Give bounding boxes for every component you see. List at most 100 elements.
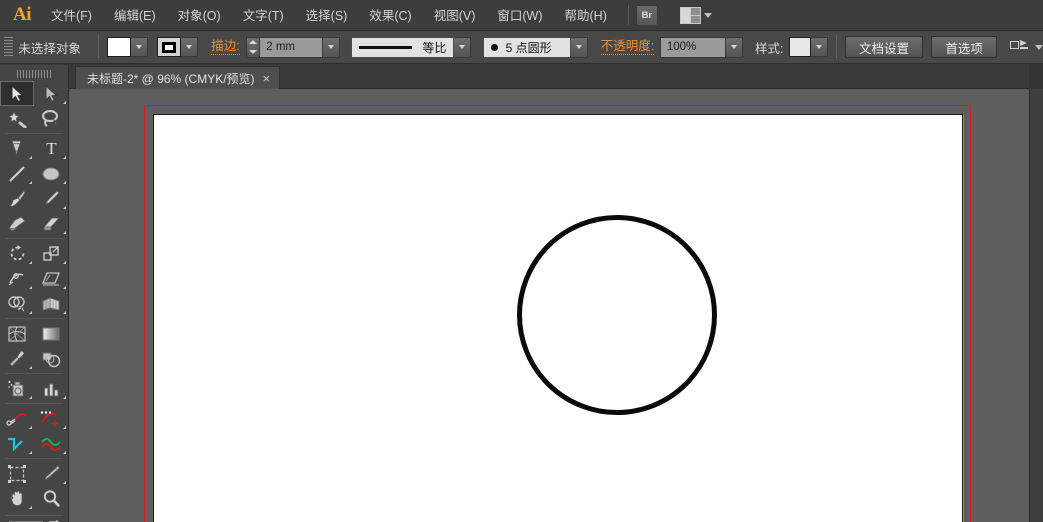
canvas-area[interactable]: [69, 89, 1029, 522]
smooth-path-tool[interactable]: [34, 431, 68, 456]
tool-flyout-indicator: [29, 261, 32, 264]
fill-color-control[interactable]: [106, 37, 148, 57]
stroke-swatch[interactable]: [157, 37, 182, 57]
menu-effect[interactable]: 效果(C): [358, 0, 422, 30]
artboard[interactable]: [153, 114, 963, 522]
close-icon[interactable]: ×: [263, 72, 271, 85]
pencil-tool[interactable]: [34, 186, 68, 211]
style-label: 样式:: [754, 41, 784, 56]
right-panel-strip[interactable]: [1029, 89, 1043, 522]
menu-select[interactable]: 选择(S): [295, 0, 359, 30]
opacity-control[interactable]: 100%: [659, 36, 743, 58]
pen-tool[interactable]: [0, 136, 34, 161]
zigzag-path-tool[interactable]: [0, 431, 34, 456]
stroke-profile-icon: [359, 45, 413, 49]
brush-definition-select[interactable]: 5 点圆形: [482, 36, 571, 58]
menu-help[interactable]: 帮助(H): [554, 0, 618, 30]
menu-type[interactable]: 文字(T): [232, 0, 295, 30]
preferences-button[interactable]: 首选项: [931, 36, 997, 58]
shape-builder-tool[interactable]: [0, 291, 34, 316]
stroke-color-control[interactable]: [157, 37, 199, 57]
chevron-down-icon: [135, 45, 142, 49]
stroke-weight-input[interactable]: 2 mm: [259, 36, 324, 58]
brush-definition-control[interactable]: 5 点圆形: [482, 36, 588, 58]
stepper-down-icon: [249, 49, 258, 54]
menu-window[interactable]: 窗口(W): [486, 0, 553, 30]
opacity-label[interactable]: 不透明度:: [600, 39, 655, 55]
magic-wand-tool[interactable]: [0, 106, 34, 131]
width-profile-select[interactable]: 等比: [351, 36, 455, 58]
tool-flyout-indicator: [63, 426, 66, 429]
artboard-tool[interactable]: [0, 461, 34, 486]
line-segment-tool[interactable]: [0, 161, 34, 186]
menu-edit[interactable]: 编辑(E): [103, 0, 167, 30]
graphic-style-swatch[interactable]: [789, 37, 812, 57]
menu-object[interactable]: 对象(O): [167, 0, 232, 30]
chevron-down-icon: [703, 12, 712, 18]
brush-definition-dropdown-button[interactable]: [570, 36, 588, 58]
paintbrush-tool[interactable]: [0, 186, 34, 211]
stroke-weight-stepper[interactable]: [246, 36, 260, 58]
menu-file[interactable]: 文件(F): [40, 0, 103, 30]
tools-panel-grip[interactable]: [17, 70, 51, 78]
scale-tool[interactable]: [34, 241, 68, 266]
stroke-weight-control[interactable]: 2 mm: [246, 36, 341, 58]
fill-dropdown-button[interactable]: [130, 37, 148, 57]
menu-bar: Ai 文件(F) 编辑(E) 对象(O) 文字(T) 选择(S) 效果(C) 视…: [0, 0, 1043, 31]
eyedropper-tool[interactable]: [0, 346, 34, 371]
fill-swatch[interactable]: [106, 37, 131, 57]
tools-divider-4: [5, 373, 63, 374]
tools-divider-1: [5, 133, 63, 134]
width-profile-control[interactable]: 等比: [351, 36, 472, 58]
perspective-grid-tool[interactable]: [34, 291, 68, 316]
selection-tool[interactable]: [0, 81, 34, 106]
tool-flyout-indicator: [63, 101, 66, 104]
symbol-sprayer-tool[interactable]: [0, 376, 34, 401]
arrange-documents-icon: [679, 6, 701, 24]
graphic-style-dropdown-button[interactable]: [811, 37, 829, 57]
stroke-weight-dropdown-button[interactable]: [323, 36, 341, 58]
type-tool[interactable]: T: [34, 136, 68, 161]
tool-flyout-indicator: [63, 181, 66, 184]
column-graph-tool[interactable]: [34, 376, 68, 401]
free-transform-tool[interactable]: [34, 266, 68, 291]
arrange-documents-button[interactable]: [679, 6, 712, 24]
mesh-tool[interactable]: [0, 321, 34, 346]
bridge-button[interactable]: Br: [635, 4, 658, 26]
width-profile-dropdown-button[interactable]: [454, 36, 472, 58]
blob-brush-tool[interactable]: [0, 211, 34, 236]
add-anchor-point-tool[interactable]: [34, 406, 68, 431]
tool-flyout-indicator: [29, 396, 32, 399]
tool-flyout-indicator: [63, 311, 66, 314]
artboard-scissors-tool[interactable]: [0, 406, 34, 431]
eraser-tool[interactable]: [34, 211, 68, 236]
menu-view[interactable]: 视图(V): [423, 0, 487, 30]
width-tool[interactable]: [0, 266, 34, 291]
blend-tool[interactable]: [34, 346, 68, 371]
tool-flyout-indicator: [29, 311, 32, 314]
circle-path[interactable]: [517, 215, 717, 415]
slice-tool[interactable]: [34, 461, 68, 486]
control-bar-grip[interactable]: [4, 36, 14, 58]
opacity-dropdown-button[interactable]: [725, 36, 743, 58]
ellipse-tool[interactable]: [34, 161, 68, 186]
document-setup-button[interactable]: 文档设置: [844, 36, 923, 58]
document-tab[interactable]: 未标题-2* @ 96% (CMYK/预览) ×: [75, 66, 281, 89]
lasso-tool[interactable]: [34, 106, 68, 131]
chevron-down-icon: [186, 45, 193, 49]
tools-divider-6: [5, 458, 63, 459]
hand-tool[interactable]: [0, 486, 34, 511]
rotate-tool[interactable]: [0, 241, 34, 266]
stroke-dropdown-button[interactable]: [181, 37, 199, 57]
graphic-style-control[interactable]: [789, 37, 829, 57]
opacity-input[interactable]: 100%: [659, 36, 726, 58]
tool-flyout-indicator: [63, 206, 66, 209]
stroke-weight-label[interactable]: 描边:: [211, 39, 240, 55]
gradient-tool[interactable]: [34, 321, 68, 346]
width-profile-label: 等比: [422, 40, 447, 55]
zoom-tool[interactable]: [34, 486, 68, 511]
control-divider: [97, 35, 99, 59]
direct-selection-tool[interactable]: [34, 81, 68, 106]
tool-flyout-indicator: [29, 426, 32, 429]
align-to-artboard-button[interactable]: [1010, 40, 1043, 54]
